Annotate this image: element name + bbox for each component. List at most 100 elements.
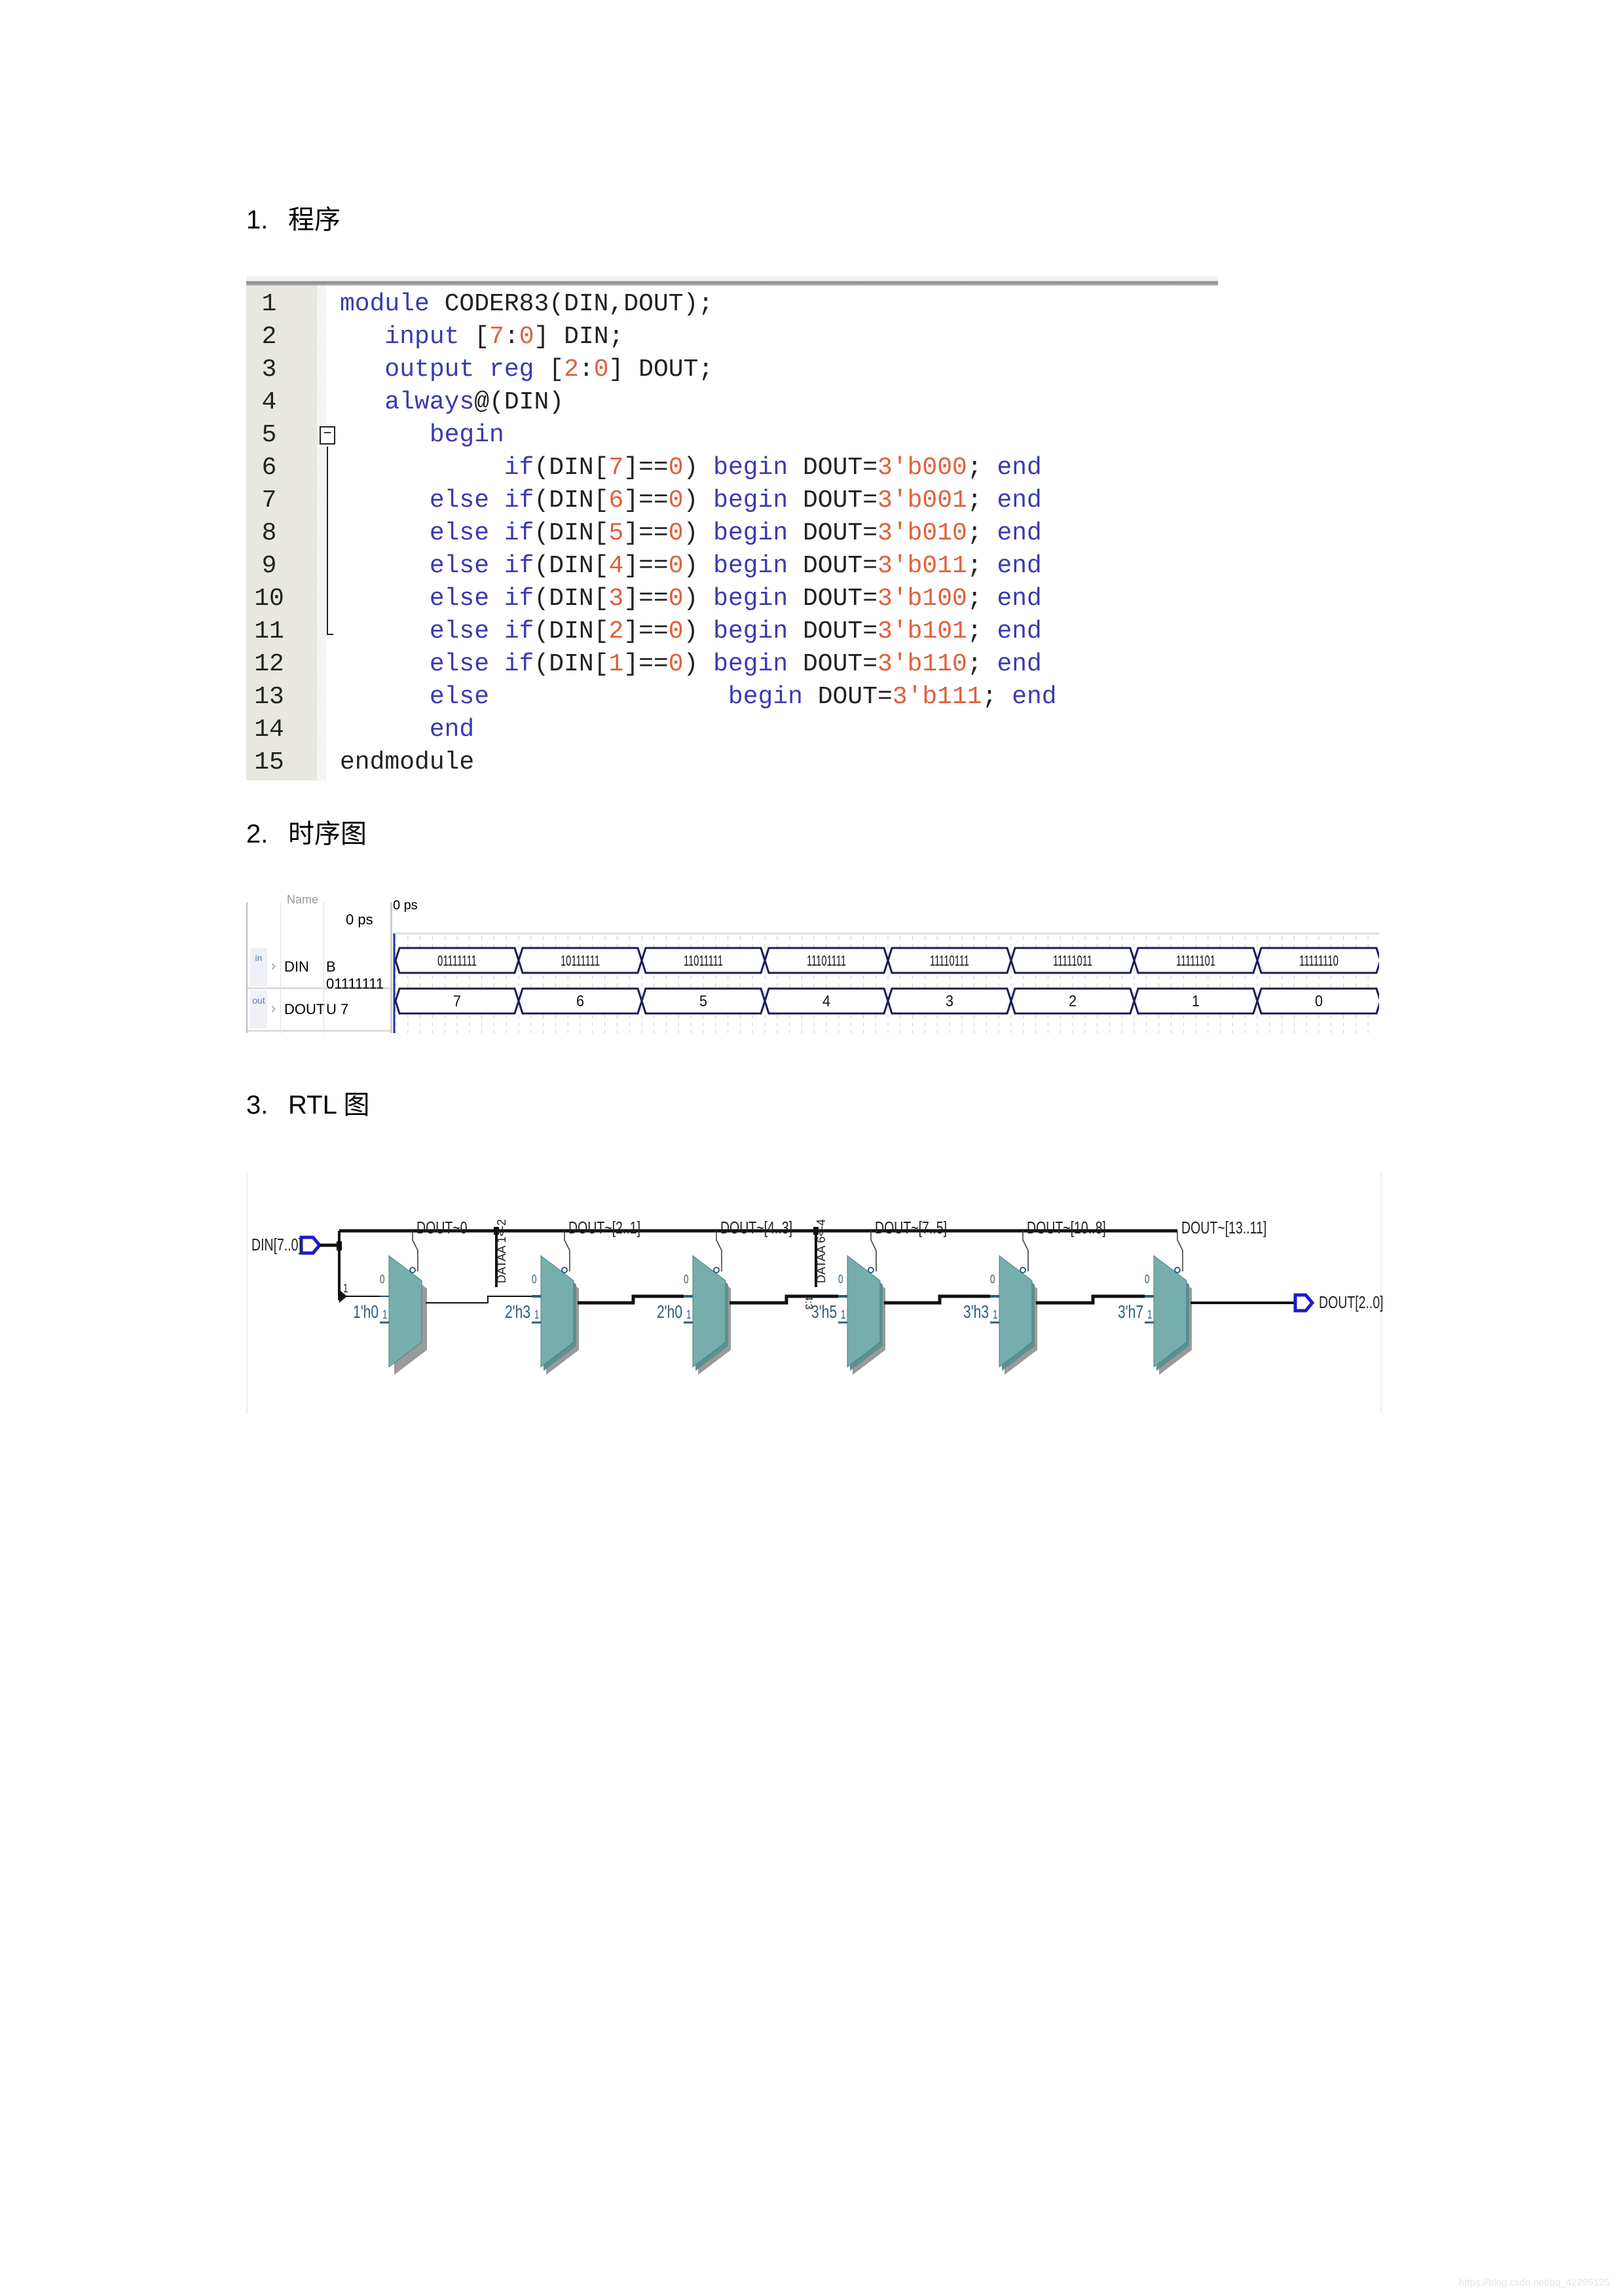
line-number: 7 (261, 486, 277, 515)
code-token: 0 (668, 650, 684, 678)
code-token: ]== (623, 519, 669, 547)
code-line[interactable]: 15 endmodule (246, 746, 1218, 779)
code-line[interactable]: 12 else if(DIN[1]==0) begin DOUT=3'b110;… (246, 648, 1218, 681)
expand-chevron-icon[interactable]: › (271, 957, 276, 974)
signal-row-dout[interactable]: out › DOUT U 7 (248, 989, 390, 1032)
code-line[interactable]: 1 module CODER83(DIN,DOUT); (246, 288, 1218, 321)
bus-value-label: 5 (699, 993, 707, 1010)
mux-input-1-label: 1 (993, 1308, 998, 1321)
code-line[interactable]: 6 if(DIN[7]==0) begin DOUT=3'b000; end (246, 452, 1218, 484)
code-token: input (384, 323, 460, 351)
code-token: [ (459, 323, 490, 351)
code-text: else if(DIN[5]==0) begin DOUT=3'b010; en… (340, 517, 1042, 550)
signal-row-din[interactable]: in › DIN B 01111111 (248, 947, 390, 992)
section-heading-timing: 2. 时序图 (246, 818, 367, 850)
code-token: DOUT= (788, 486, 878, 515)
mux-constant-label: 3'h5 (811, 1302, 837, 1322)
code-token: (DIN[ (534, 454, 609, 482)
mux-name-label: DOUT~0 (416, 1218, 468, 1237)
select-pin-icon (409, 1267, 416, 1273)
line-number: 12 (254, 650, 284, 678)
cursor-value-header: 0 ps (346, 911, 373, 928)
code-text: else if(DIN[2]==0) begin DOUT=3'b101; en… (340, 615, 1042, 648)
code-token: 0 (668, 519, 684, 547)
mux-input-0-label: 0 (684, 1273, 689, 1286)
code-line[interactable]: 14 end (246, 714, 1218, 746)
code-token: ) (683, 454, 714, 482)
mux-name-label: DOUT~[10..8] (1027, 1218, 1106, 1237)
code-token: begin (429, 421, 504, 449)
code-token: (DIN[ (534, 617, 609, 646)
code-token: 3'b111 (892, 683, 982, 711)
code-token: DOUT= (788, 617, 878, 646)
code-token: begin (713, 486, 788, 515)
code-token: begin (728, 683, 803, 711)
bus-value-label: 6 (576, 993, 584, 1010)
code-line[interactable]: 8 else if(DIN[5]==0) begin DOUT=3'b010; … (246, 517, 1218, 550)
code-token: ] DOUT; (608, 355, 714, 384)
output-port-label: DOUT[2..0] (1319, 1292, 1384, 1312)
code-line[interactable]: 5 begin (246, 419, 1218, 452)
bus-value-label: 11110111 (930, 953, 969, 969)
code-token: 1 (608, 650, 624, 678)
code-text: always@(DIN) (340, 386, 564, 419)
select-pin-icon (1174, 1267, 1181, 1273)
code-token: output (384, 355, 475, 384)
name-column-header: Name (287, 893, 319, 906)
code-token: DOUT= (788, 650, 878, 678)
mux-input-1-label: 1 (686, 1308, 692, 1321)
code-line[interactable]: 11 else if(DIN[2]==0) begin DOUT=3'b101;… (246, 615, 1218, 648)
code-line[interactable]: 9 else if(DIN[4]==0) begin DOUT=3'b011; … (246, 550, 1218, 583)
mux-input-0-label: 0 (532, 1273, 537, 1286)
code-token: DOUT= (788, 519, 878, 547)
signal-list: Name 0 ps in › DIN B 01111111 out › DOUT… (246, 893, 392, 1033)
code-token: 2 (564, 355, 579, 384)
collapse-block-icon[interactable]: − (320, 426, 335, 445)
code-line[interactable]: 7 else if(DIN[6]==0) begin DOUT=3'b001; … (246, 484, 1218, 517)
bus-value-label: 10111111 (561, 953, 600, 969)
code-line[interactable]: 10 else if(DIN[3]==0) begin DOUT=3'b100;… (246, 583, 1218, 615)
line-number: 4 (261, 388, 277, 416)
bus-value-label: 0 (1315, 993, 1323, 1010)
ripper-bit-label: 1 (343, 1282, 348, 1295)
code-token: 6 (608, 486, 624, 515)
line-number: 2 (261, 323, 277, 351)
code-line[interactable]: 13 else begin DOUT=3'b111; end (246, 681, 1218, 714)
column-divider (323, 902, 324, 1033)
bus-value-label: 01111111 (437, 953, 477, 969)
section-title: 程序 (288, 206, 341, 234)
expand-chevron-icon[interactable]: › (271, 1000, 276, 1017)
mux-input-0-label: 0 (380, 1273, 385, 1286)
line-number: 11 (254, 617, 284, 646)
code-text: else if(DIN[6]==0) begin DOUT=3'b001; en… (340, 484, 1042, 517)
code-token: ; (967, 585, 997, 613)
code-token: 4 (608, 552, 624, 580)
mux-name-label: DOUT~[2..1] (568, 1218, 640, 1237)
code-token: ]== (623, 650, 669, 678)
code-token: ]== (623, 486, 669, 515)
pane-divider[interactable] (390, 902, 392, 1033)
code-token: end (1012, 683, 1057, 711)
code-line[interactable]: 4 always@(DIN) (246, 386, 1218, 419)
input-port-label: DIN[7..0] (251, 1235, 302, 1254)
code-token: 0 (668, 617, 684, 646)
input-port-icon (299, 1235, 322, 1255)
code-token: 3'b001 (877, 486, 967, 515)
code-line[interactable]: 3 output reg [2:0] DOUT; (246, 354, 1218, 386)
bus-value-label: 11101111 (807, 953, 846, 969)
code-token: 0 (668, 454, 684, 482)
code-token: 3'b101 (877, 617, 967, 646)
code-text: else begin DOUT=3'b111; end (340, 681, 1057, 714)
code-token: else if (429, 585, 534, 613)
code-line[interactable]: 2 input [7:0] DIN; (246, 321, 1218, 354)
code-token: DOUT= (788, 454, 877, 482)
mux-name-label: DOUT~[13..11] (1181, 1218, 1267, 1237)
code-text: end (340, 714, 474, 746)
